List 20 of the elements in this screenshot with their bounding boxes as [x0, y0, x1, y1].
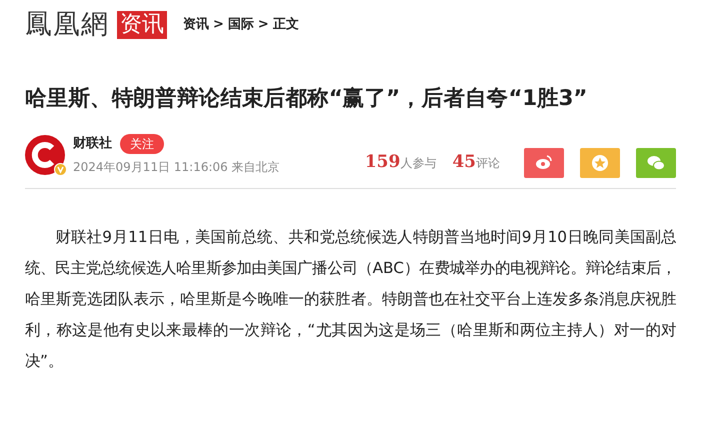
breadcrumb-link[interactable]: 正文 [272, 15, 299, 35]
site-logo: 鳳凰網 [25, 8, 109, 42]
share-button[interactable] [636, 148, 676, 178]
author-avatar [25, 134, 65, 175]
follow-button[interactable]: 关注 [120, 134, 164, 154]
stat-label: 人参与 [400, 155, 436, 172]
author-name: 财联社 [73, 135, 112, 154]
breadcrumb-separator: > [213, 16, 224, 34]
publish-info: 2024年09月11日 11:16:06 来自北京 [73, 158, 280, 176]
stat-count: 159 [364, 151, 400, 174]
article-title: 哈里斯、特朗普辩论结束后都称“赢了”，后者自夸“1胜3” [25, 86, 588, 112]
share-button[interactable] [580, 148, 620, 178]
share-button[interactable] [524, 148, 564, 178]
stat-label: 评论 [476, 155, 500, 172]
breadcrumb-link[interactable]: 国际 [228, 15, 254, 35]
breadcrumb-link[interactable]: 资讯 [183, 15, 209, 35]
breadcrumb-separator: > [258, 16, 269, 34]
channel-label: 资讯 [117, 11, 167, 39]
stat-count: 45 [452, 151, 476, 174]
article-paragraph: 财联社9月11日电，美国前总统、共和党总统候选人特朗普当地时间9月10日晚同美国副总统、民主党总统候选人哈里斯参加由美国广播公司（ABC）在费城举办的电视辩论。辩论结束后，哈里斯竞选团队表示，哈里斯是今晚唯一的获胜者。特朗普也在社交平台上连发多条消息庆祝胜利，称这是他有史以来最棒的一次辩论，“尤其因为这是场三（哈里斯和两位主持人）对一的对决”。 [25, 226, 676, 372]
